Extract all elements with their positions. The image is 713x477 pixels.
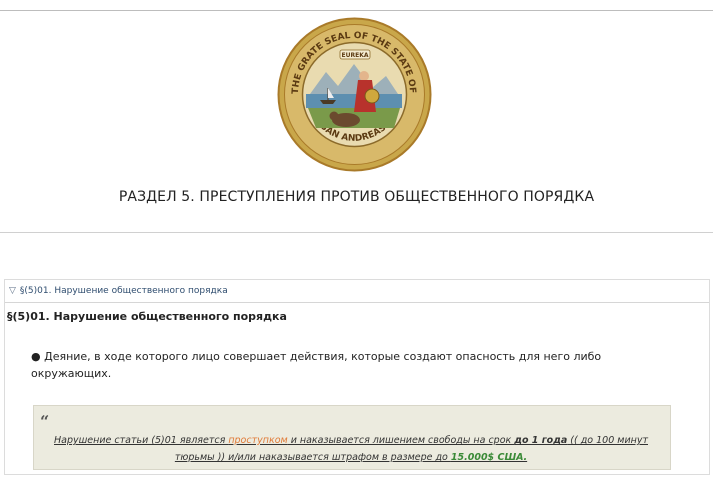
article-title: §(5)01. Нарушение общественного порядка (7, 310, 287, 323)
offense-class-link[interactable]: проступком (228, 435, 287, 446)
section-heading: РАЗДЕЛ 5. ПРЕСТУПЛЕНИЯ ПРОТИВ ОБЩЕСТВЕНН… (118, 189, 595, 205)
triangle-down-icon: ▽ (9, 286, 16, 296)
quote-icon: “ (40, 412, 50, 431)
penalty-text-part2: и наказывается лишением свободы на срок (287, 435, 515, 446)
article-summary-label: §(5)01. Нарушение общественного порядка (19, 286, 228, 296)
penalty-text-part1: Нарушение статьи (5)01 является (54, 435, 229, 446)
seal-banner-text: EUREKA (342, 52, 369, 59)
penalty-text: Нарушение статьи (5)01 является проступк… (48, 432, 654, 466)
state-seal-image: THE GRATE SEAL OF THE STATE OF SAN ANDRE… (277, 17, 432, 172)
article-card: ▽ §(5)01. Нарушение общественного порядк… (4, 279, 710, 475)
penalty-fine-amount: 15.000$ США. (450, 452, 528, 463)
summary-divider (5, 302, 709, 303)
penalty-duration: до 1 года (514, 435, 568, 446)
divider (0, 232, 713, 233)
top-border (0, 0, 713, 11)
article-bullet-text: ● Деяние, в ходе которого лицо совершает… (31, 350, 602, 380)
article-summary-toggle[interactable]: ▽ §(5)01. Нарушение общественного порядк… (9, 286, 228, 296)
penalty-quote-box: “ Нарушение статьи (5)01 является просту… (33, 405, 671, 470)
